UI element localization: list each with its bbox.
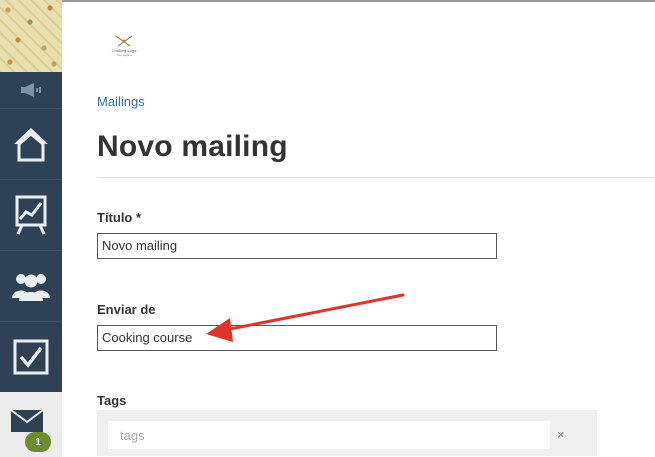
sidebar-item-tasks[interactable] xyxy=(0,321,62,392)
divider xyxy=(97,177,655,178)
breadcrumb-mailings[interactable]: Mailings xyxy=(97,94,145,109)
from-field[interactable]: Cooking course xyxy=(97,325,497,351)
checkbox-icon xyxy=(13,339,49,375)
brand-pattern[interactable] xyxy=(0,0,62,72)
sidebar-item-home[interactable] xyxy=(0,108,62,179)
tags-input[interactable] xyxy=(108,421,550,449)
unread-badge: 1 xyxy=(25,432,51,452)
sidebar-item-reports[interactable] xyxy=(0,179,62,250)
home-icon xyxy=(14,128,48,162)
logo-tagline: Your tagline xyxy=(116,53,132,57)
mail-icon xyxy=(10,409,44,432)
announcements-button[interactable] xyxy=(0,72,62,108)
title-label: Título * xyxy=(97,210,142,225)
page-title: Novo mailing xyxy=(97,130,288,163)
title-field[interactable]: Novo mailing xyxy=(97,233,497,259)
sidebar: 1 xyxy=(0,0,62,457)
tags-clear-button[interactable]: × xyxy=(557,427,565,442)
sidebar-item-contacts[interactable] xyxy=(0,250,62,321)
tags-label: Tags xyxy=(97,393,127,408)
annotation-arrow xyxy=(206,293,405,342)
top-border xyxy=(0,0,655,2)
megaphone-icon xyxy=(21,83,41,97)
people-icon xyxy=(12,274,50,301)
from-label: Enviar de xyxy=(97,302,156,317)
chart-icon xyxy=(15,195,47,235)
